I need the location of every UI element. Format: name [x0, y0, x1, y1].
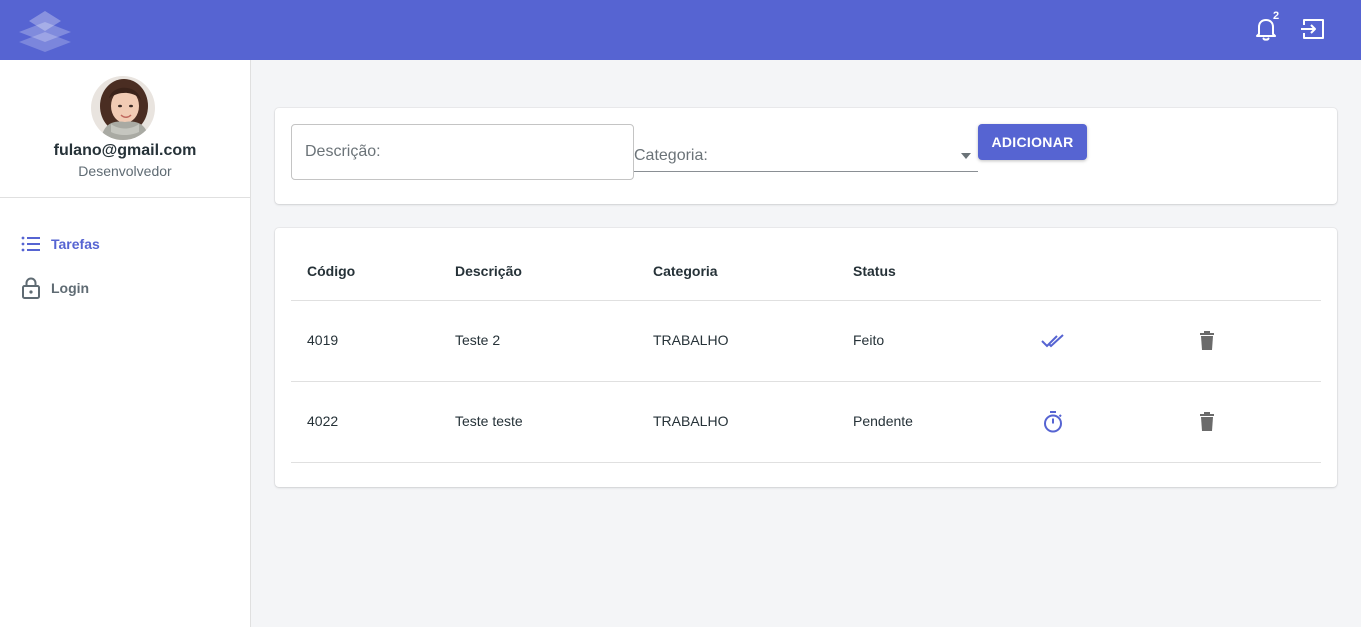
tasks-table-card: Código Descrição Categoria Status 4019 T…: [275, 228, 1337, 487]
table-divider: [291, 462, 1321, 463]
cell-code: 4022: [307, 413, 339, 429]
cell-code: 4019: [307, 332, 339, 348]
sidebar-item-label: Login: [51, 280, 90, 296]
trash-icon[interactable]: [1195, 329, 1219, 353]
table-divider: [291, 300, 1321, 301]
add-task-button[interactable]: ADICIONAR: [978, 124, 1087, 160]
sidebar-item-tarefas[interactable]: Tarefas: [20, 232, 100, 256]
sidebar-item-label: Tarefas: [51, 236, 100, 252]
trash-icon[interactable]: [1195, 410, 1219, 434]
column-header-categoria: Categoria: [653, 263, 718, 279]
timer-icon[interactable]: [1041, 410, 1065, 434]
done-all-icon[interactable]: [1041, 329, 1065, 353]
top-app-bar: 2: [0, 0, 1361, 60]
sidebar-item-login[interactable]: Login: [20, 276, 89, 300]
cell-category: TRABALHO: [653, 332, 729, 348]
notifications-badge: 2: [1273, 10, 1280, 22]
user-role: Desenvolvedor: [78, 163, 172, 179]
lock-icon: [22, 277, 40, 299]
column-header-codigo: Código: [307, 263, 356, 279]
user-avatar[interactable]: [91, 76, 155, 140]
logout-icon[interactable]: [1300, 17, 1326, 41]
task-form-card: Categoria: ADICIONAR: [275, 108, 1337, 204]
description-input[interactable]: [291, 124, 634, 180]
cell-description: Teste 2: [455, 332, 501, 348]
column-header-descricao: Descrição: [455, 263, 522, 279]
dropdown-arrow-icon: [961, 153, 971, 159]
list-icon: [21, 236, 40, 252]
user-email: fulano@gmail.com: [53, 142, 197, 159]
sidebar-divider: [0, 197, 250, 198]
category-select[interactable]: Categoria:: [634, 132, 978, 172]
layers-logo-icon[interactable]: [18, 10, 72, 52]
column-header-status: Status: [853, 263, 896, 279]
cell-status: Pendente: [853, 413, 913, 429]
category-label: Categoria:: [634, 147, 708, 164]
sidebar: fulano@gmail.com Desenvolvedor Tarefas L…: [0, 60, 251, 627]
cell-category: TRABALHO: [653, 413, 729, 429]
cell-description: Teste teste: [455, 413, 523, 429]
table-divider: [291, 381, 1321, 382]
cell-status: Feito: [853, 332, 885, 348]
